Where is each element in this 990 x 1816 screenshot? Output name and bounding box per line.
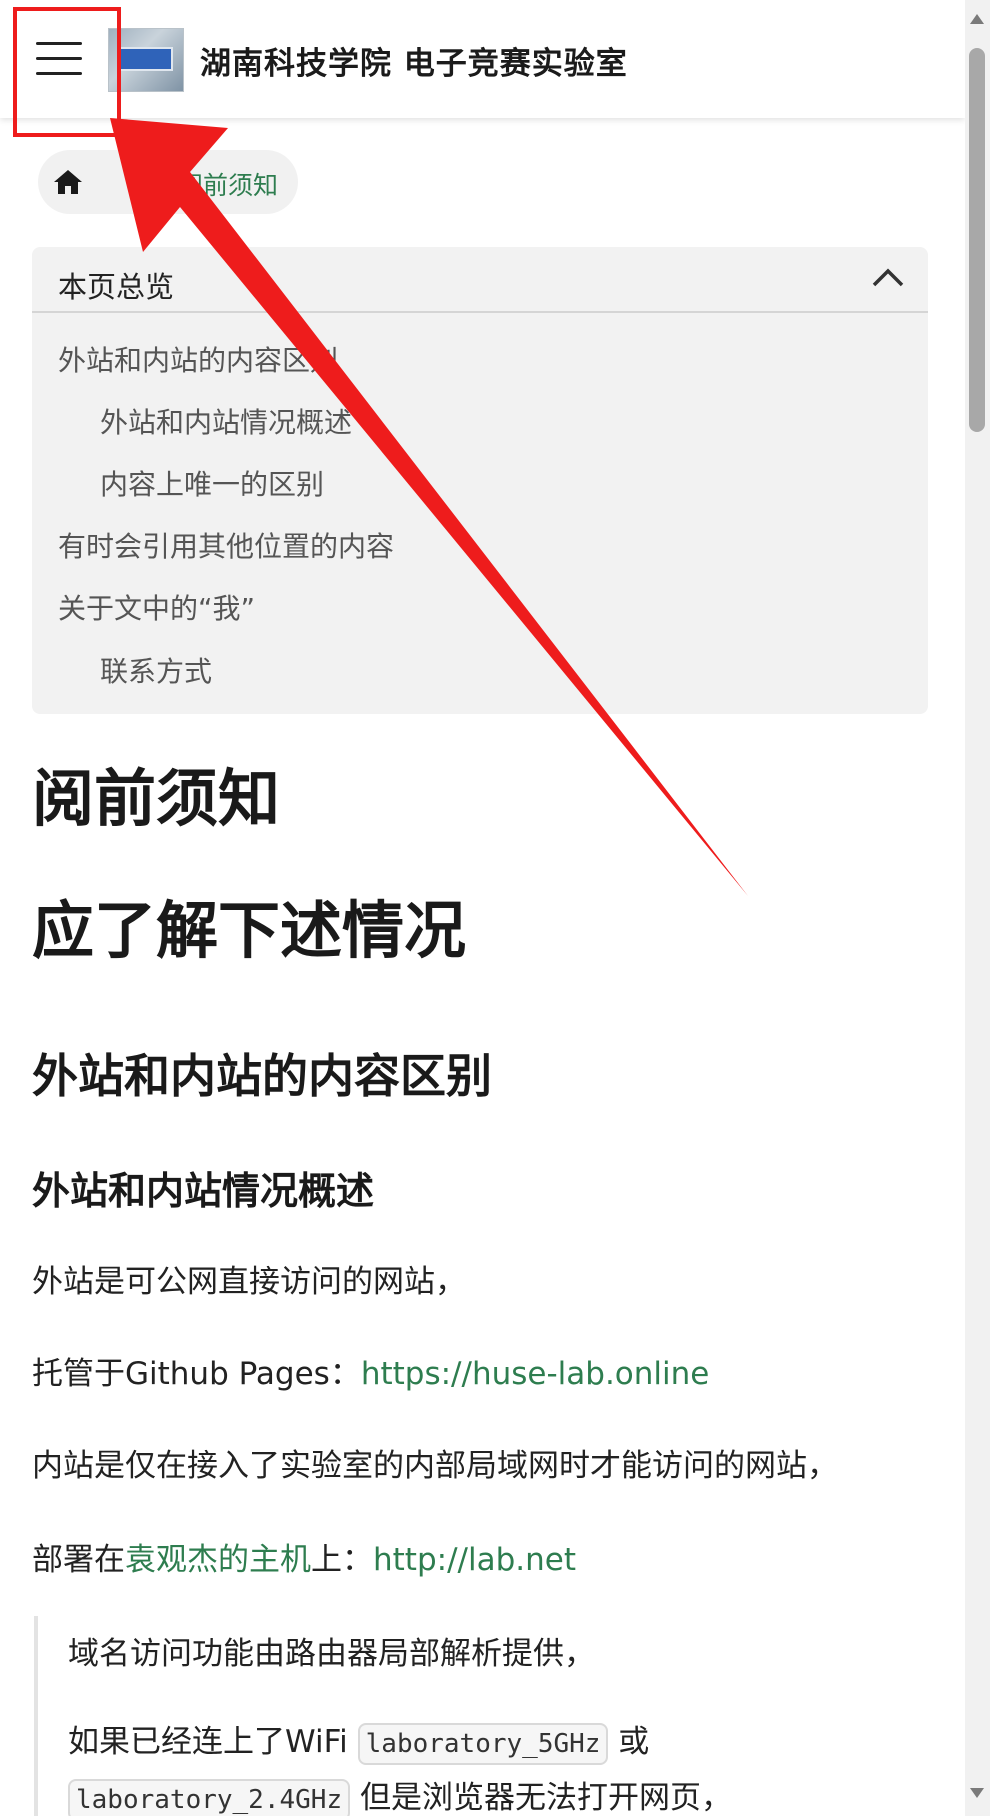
- paragraph-external-site: 外站是可公网直接访问的网站，: [32, 1264, 466, 1300]
- breadcrumb-current: 阅前须知: [178, 171, 279, 200]
- code-wifi-24ghz: laboratory_2.4GHz: [68, 1779, 351, 1816]
- site-title[interactable]: 湖南科技学院 电子竞赛实验室: [200, 38, 628, 83]
- toc-item-external-refs[interactable]: 有时会引用其他位置的内容: [58, 525, 394, 565]
- heading-content-difference: 外站和内站的内容区别: [32, 1049, 492, 1103]
- scrollbar[interactable]: [965, 0, 990, 1816]
- host-owner-link[interactable]: 袁观杰的主机: [125, 1542, 311, 1578]
- scroll-up-arrow-icon[interactable]: [970, 14, 984, 24]
- deploy-prefix: 部署在: [32, 1542, 125, 1578]
- paragraph-internal-site: 内站是仅在接入了实验室的内部局域网时才能访问的网站，: [32, 1448, 838, 1484]
- github-pages-label: 托管于Github Pages：: [32, 1356, 361, 1392]
- blockquote-bar: [34, 1616, 38, 1816]
- internal-site-link[interactable]: http://lab.net: [373, 1542, 576, 1578]
- page-title: 阅前须知: [32, 762, 281, 835]
- quote-dns-note: 域名访问功能由路由器局部解析提供，: [68, 1636, 595, 1672]
- deploy-mid: 上：: [311, 1542, 373, 1578]
- home-icon[interactable]: [52, 168, 84, 196]
- external-site-link[interactable]: https://huse-lab.online: [361, 1356, 710, 1392]
- scroll-down-arrow-icon[interactable]: [970, 1788, 984, 1798]
- annotation-highlight-box: [13, 7, 121, 137]
- paragraph-github-pages: 托管于Github Pages：https://huse-lab.online: [32, 1348, 709, 1393]
- scrollbar-thumb[interactable]: [969, 48, 985, 432]
- code-wifi-5ghz: laboratory_5GHz: [357, 1723, 609, 1765]
- page: 湖南科技学院 电子竞赛实验室 阅前须知 本页总览 外站和内站的内容区别 外站和内…: [0, 0, 990, 1816]
- toc-header[interactable]: 本页总览: [32, 247, 928, 313]
- quote-wifi-or: 或: [608, 1724, 650, 1760]
- toc-item-only-difference[interactable]: 内容上唯一的区别: [100, 463, 324, 503]
- top-navbar: 湖南科技学院 电子竞赛实验室: [0, 0, 965, 118]
- toc-title: 本页总览: [58, 270, 175, 304]
- quote-wifi-suffix: 但是浏览器无法打开网页，: [350, 1780, 732, 1816]
- toc-item-site-overview[interactable]: 外站和内站情况概述: [100, 401, 352, 441]
- paragraph-deploy: 部署在袁观杰的主机上：http://lab.net: [32, 1534, 576, 1579]
- quote-wifi-note-line1: 如果已经连上了WiFi laboratory_5GHz 或: [68, 1716, 649, 1765]
- chevron-up-icon[interactable]: [868, 263, 908, 293]
- quote-wifi-prefix: 如果已经连上了WiFi: [68, 1724, 358, 1760]
- toc-item-contact[interactable]: 联系方式: [100, 650, 212, 690]
- quote-wifi-note-line2: laboratory_2.4GHz 但是浏览器无法打开网页，: [68, 1772, 732, 1816]
- toc-item-content-difference[interactable]: 外站和内站的内容区别: [58, 339, 338, 379]
- section-title: 应了解下述情况: [32, 894, 467, 967]
- toc-item-about-me[interactable]: 关于文中的“我”: [58, 587, 255, 627]
- toc-panel: 本页总览 外站和内站的内容区别 外站和内站情况概述 内容上唯一的区别 有时会引用…: [32, 247, 928, 714]
- heading-site-overview: 外站和内站情况概述: [32, 1169, 375, 1213]
